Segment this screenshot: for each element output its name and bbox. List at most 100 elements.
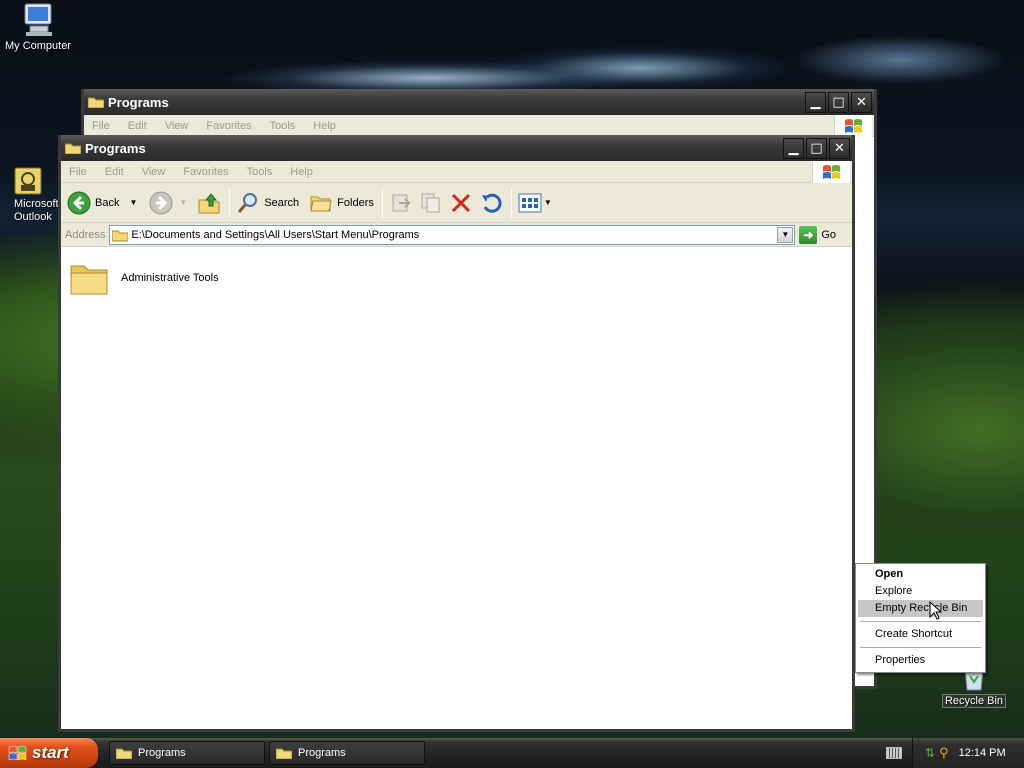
- forward-arrow-icon: [149, 191, 173, 214]
- maximize-button[interactable]: □: [806, 138, 827, 159]
- search-label: Search: [264, 196, 300, 209]
- explorer-window[interactable]: Programs ▁ □ ✕ File Edit View Favorites …: [58, 135, 855, 732]
- desktop-icon-label: Recycle Bin: [941, 694, 1007, 708]
- window-title: Programs: [85, 140, 146, 156]
- title-bar[interactable]: Programs ▁ □ ✕: [61, 135, 852, 161]
- windows-logo-icon: [834, 115, 872, 137]
- context-menu-empty-recycle-bin[interactable]: Empty Recycle Bin: [858, 600, 983, 617]
- window-title: Programs: [108, 94, 169, 110]
- back-button[interactable]: Back ▼: [67, 191, 137, 215]
- go-button[interactable]: ➜ Go: [799, 225, 837, 244]
- views-dropdown-icon[interactable]: ▼: [544, 198, 552, 207]
- desktop-icon-my-computer[interactable]: My Computer: [0, 2, 78, 52]
- context-menu-open[interactable]: Open: [858, 566, 983, 583]
- folder-icon: [116, 748, 132, 759]
- maximize-button[interactable]: □: [828, 92, 849, 113]
- address-label: Address: [65, 228, 106, 241]
- close-button[interactable]: ✕: [851, 92, 872, 113]
- back-arrow-icon: [67, 191, 91, 214]
- windows-logo-icon: [812, 161, 850, 183]
- back-label: Back: [95, 196, 120, 209]
- title-bar[interactable]: Programs ▁ □ ✕: [84, 89, 874, 115]
- views-button[interactable]: ▼: [518, 192, 552, 214]
- context-menu-properties[interactable]: Properties: [858, 652, 983, 669]
- menu-tools[interactable]: Tools: [268, 120, 298, 132]
- menu-favorites[interactable]: Favorites: [204, 120, 253, 132]
- folder-icon: [88, 97, 104, 108]
- menu-tools[interactable]: Tools: [245, 166, 275, 178]
- up-folder-icon: [198, 192, 220, 213]
- keyboard-icon[interactable]: [886, 747, 902, 759]
- context-menu-create-shortcut[interactable]: Create Shortcut: [858, 626, 983, 643]
- minimize-button[interactable]: ▁: [783, 138, 804, 159]
- menu-file[interactable]: File: [67, 166, 89, 178]
- close-button[interactable]: ✕: [829, 138, 850, 159]
- address-field[interactable]: E:\Documents and Settings\All Users\Star…: [109, 224, 796, 245]
- search-icon[interactable]: ⚲: [939, 745, 949, 761]
- folder-icon: [276, 748, 292, 759]
- desktop-icon-outlook[interactable]: Microsoft Outlook: [0, 166, 58, 224]
- clock[interactable]: 12:14 PM: [959, 747, 1006, 759]
- copy-to-button[interactable]: [419, 191, 443, 215]
- network-icon[interactable]: ⇅: [925, 746, 935, 760]
- desktop-icon-label: Microsoft Outlook: [14, 198, 58, 223]
- address-value: E:\Documents and Settings\All Users\Star…: [131, 228, 420, 241]
- folder-icon: [112, 230, 129, 241]
- undo-button[interactable]: [479, 191, 503, 215]
- go-arrow-icon: ➜: [799, 225, 818, 244]
- toolbar: Back ▼ ▼ Search Folders ▼: [61, 183, 852, 223]
- move-to-icon: [392, 194, 411, 211]
- menu-bar: File Edit View Favorites Tools Help: [84, 115, 874, 137]
- list-item[interactable]: Administrative Tools: [69, 260, 219, 296]
- menu-edit[interactable]: Edit: [103, 166, 126, 178]
- menu-separator: [860, 621, 981, 622]
- taskbar-button-label: Programs: [138, 747, 186, 759]
- minimize-button[interactable]: ▁: [805, 92, 826, 113]
- toolbar-separator: [510, 187, 512, 218]
- file-list-area[interactable]: Administrative Tools: [61, 248, 852, 729]
- outlook-icon: [14, 167, 42, 195]
- forward-button[interactable]: ▼: [149, 191, 187, 215]
- address-bar: Address E:\Documents and Settings\All Us…: [61, 223, 852, 247]
- menu-separator: [860, 647, 981, 648]
- menu-view[interactable]: View: [140, 166, 168, 178]
- menu-help[interactable]: Help: [311, 120, 338, 132]
- taskbar: start Programs Programs ⇅ ⚲ 12:14 PM: [0, 738, 1024, 768]
- go-label: Go: [821, 228, 837, 241]
- delete-button[interactable]: [449, 191, 473, 215]
- move-to-button[interactable]: [389, 191, 413, 215]
- windows-logo-icon: [8, 745, 27, 761]
- back-dropdown-icon[interactable]: ▼: [129, 198, 137, 207]
- views-icon: [518, 193, 542, 212]
- toolbar-separator: [381, 187, 383, 218]
- menu-help[interactable]: Help: [288, 166, 315, 178]
- folders-button[interactable]: Folders: [309, 191, 374, 215]
- context-menu-explore[interactable]: Explore: [858, 583, 983, 600]
- menu-file[interactable]: File: [90, 120, 112, 132]
- folders-label: Folders: [337, 196, 374, 209]
- toolbar-separator: [229, 187, 231, 218]
- taskbar-button-programs[interactable]: Programs: [109, 741, 265, 765]
- taskbar-button-programs[interactable]: Programs: [269, 741, 425, 765]
- search-button[interactable]: Search: [236, 191, 299, 215]
- desktop-icon-label: My Computer: [4, 40, 72, 52]
- start-button[interactable]: start: [0, 738, 98, 768]
- forward-dropdown-icon[interactable]: ▼: [179, 198, 187, 207]
- my-computer-icon: [24, 3, 52, 36]
- menu-bar: File Edit View Favorites Tools Help: [61, 161, 852, 183]
- context-menu: Open Explore Empty Recycle Bin Create Sh…: [855, 563, 986, 673]
- menu-favorites[interactable]: Favorites: [181, 166, 230, 178]
- address-dropdown-icon[interactable]: ▼: [777, 226, 794, 243]
- taskbar-button-label: Programs: [298, 747, 346, 759]
- search-icon: [238, 192, 258, 213]
- undo-icon: [481, 193, 502, 213]
- up-folder-button[interactable]: [197, 191, 221, 215]
- mouse-cursor-icon: [929, 601, 943, 620]
- folders-icon: [310, 196, 332, 211]
- file-name: Administrative Tools: [121, 272, 219, 284]
- system-tray: ⇅ ⚲ 12:14 PM: [912, 738, 1024, 768]
- menu-view[interactable]: View: [163, 120, 191, 132]
- menu-edit[interactable]: Edit: [126, 120, 149, 132]
- folder-icon: [70, 265, 108, 295]
- start-label: start: [32, 743, 69, 762]
